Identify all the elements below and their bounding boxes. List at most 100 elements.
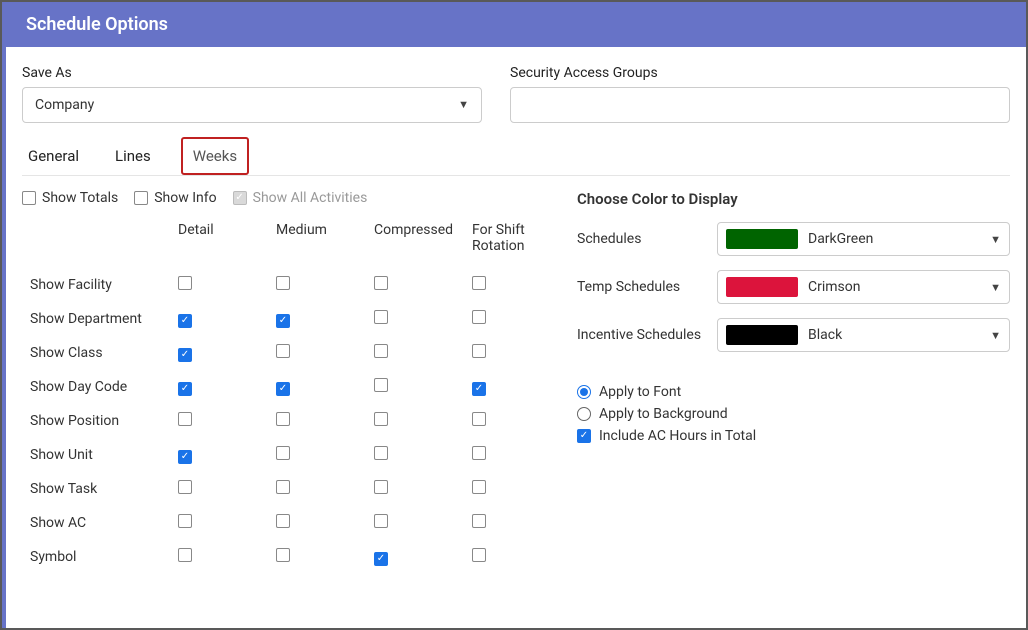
grid-checkbox[interactable] [472, 412, 486, 426]
table-row: Symbol ✓ [22, 540, 554, 574]
grid-checkbox[interactable] [276, 344, 290, 358]
security-groups-label: Security Access Groups [510, 65, 1010, 81]
grid-checkbox[interactable] [472, 514, 486, 528]
row-label: Show Department [22, 302, 170, 336]
color-swatch [726, 277, 798, 297]
grid-checkbox[interactable] [178, 548, 192, 562]
color-row-label: Schedules [577, 231, 717, 247]
color-row-label: Incentive Schedules [577, 327, 717, 343]
grid-checkbox[interactable] [472, 344, 486, 358]
row-label: Show Class [22, 336, 170, 370]
color-select[interactable]: Black ▼ [717, 318, 1010, 352]
color-name: Crimson [808, 279, 980, 295]
grid-checkbox[interactable] [276, 548, 290, 562]
show-info-label: Show Info [154, 190, 216, 206]
chevron-down-icon: ▼ [990, 233, 1001, 246]
grid-checkbox[interactable] [276, 276, 290, 290]
chevron-down-icon: ▼ [990, 281, 1001, 294]
checkbox-icon [134, 191, 148, 205]
apply-to-background-label: Apply to Background [599, 406, 728, 422]
grid-checkbox[interactable] [472, 276, 486, 290]
grid-checkbox[interactable] [178, 276, 192, 290]
grid-checkbox[interactable] [178, 480, 192, 494]
show-totals-label: Show Totals [42, 190, 118, 206]
color-select[interactable]: Crimson ▼ [717, 270, 1010, 304]
save-as-label: Save As [22, 65, 482, 81]
grid-checkbox[interactable] [178, 412, 192, 426]
tab-lines[interactable]: Lines [109, 137, 157, 175]
row-label: Show Unit [22, 438, 170, 472]
col-detail: Detail [170, 216, 268, 268]
show-totals-checkbox[interactable]: Show Totals [22, 190, 118, 206]
grid-checkbox[interactable] [276, 514, 290, 528]
grid-checkbox[interactable] [374, 514, 388, 528]
table-row: Show Day Code ✓ ✓ ✓ [22, 370, 554, 404]
row-label: Show Position [22, 404, 170, 438]
table-row: Show AC [22, 506, 554, 540]
table-row: Show Position [22, 404, 554, 438]
grid-checkbox[interactable]: ✓ [178, 382, 192, 396]
grid-checkbox[interactable] [472, 446, 486, 460]
include-ac-hours-checkbox[interactable]: ✓ Include AC Hours in Total [577, 428, 1010, 444]
grid-checkbox[interactable] [472, 548, 486, 562]
show-all-activities-label: Show All Activities [253, 190, 368, 206]
grid-checkbox[interactable]: ✓ [178, 450, 192, 464]
checkbox-icon [22, 191, 36, 205]
row-label: Show Facility [22, 268, 170, 302]
col-medium: Medium [268, 216, 366, 268]
grid-checkbox[interactable] [374, 446, 388, 460]
grid-checkbox[interactable] [276, 446, 290, 460]
include-ac-hours-label: Include AC Hours in Total [599, 428, 756, 444]
radio-icon [577, 407, 591, 421]
table-row: Show Unit ✓ [22, 438, 554, 472]
tab-weeks[interactable]: Weeks [181, 137, 249, 175]
grid-checkbox[interactable] [374, 480, 388, 494]
apply-to-background-radio[interactable]: Apply to Background [577, 406, 1010, 422]
grid-checkbox[interactable] [374, 344, 388, 358]
grid-checkbox[interactable] [374, 276, 388, 290]
checkbox-icon: ✓ [577, 429, 591, 443]
show-info-checkbox[interactable]: Show Info [134, 190, 216, 206]
grid-checkbox[interactable]: ✓ [472, 382, 486, 396]
apply-to-font-label: Apply to Font [599, 384, 681, 400]
apply-to-font-radio[interactable]: Apply to Font [577, 384, 1010, 400]
grid-checkbox[interactable] [472, 480, 486, 494]
show-all-activities-checkbox: ✓ Show All Activities [233, 190, 368, 206]
grid-checkbox[interactable] [276, 412, 290, 426]
save-as-value: Company [35, 88, 94, 122]
grid-checkbox[interactable] [472, 310, 486, 324]
row-label: Show AC [22, 506, 170, 540]
security-groups-input[interactable] [510, 87, 1010, 123]
color-swatch [726, 325, 798, 345]
chevron-down-icon: ▼ [458, 88, 469, 122]
grid-checkbox[interactable] [178, 514, 192, 528]
grid-checkbox[interactable]: ✓ [374, 552, 388, 566]
checkbox-icon: ✓ [233, 191, 247, 205]
table-row: Show Task [22, 472, 554, 506]
color-row-label: Temp Schedules [577, 279, 717, 295]
row-label: Show Day Code [22, 370, 170, 404]
color-name: Black [808, 327, 980, 343]
grid-checkbox[interactable]: ✓ [178, 348, 192, 362]
choose-color-title: Choose Color to Display [577, 190, 1010, 208]
grid-checkbox[interactable] [374, 378, 388, 392]
grid-checkbox[interactable]: ✓ [276, 382, 290, 396]
grid-checkbox[interactable] [374, 310, 388, 324]
color-name: DarkGreen [808, 231, 980, 247]
row-label: Show Task [22, 472, 170, 506]
table-row: Show Class ✓ [22, 336, 554, 370]
grid-checkbox[interactable] [374, 412, 388, 426]
save-as-select[interactable]: Company ▼ [22, 87, 482, 123]
color-select[interactable]: DarkGreen ▼ [717, 222, 1010, 256]
grid-checkbox[interactable]: ✓ [178, 314, 192, 328]
grid-checkbox[interactable]: ✓ [276, 314, 290, 328]
tab-general[interactable]: General [22, 137, 85, 175]
table-row: Show Facility [22, 268, 554, 302]
grid-checkbox[interactable] [276, 480, 290, 494]
radio-icon [577, 385, 591, 399]
modal-title: Schedule Options [6, 2, 1026, 47]
color-swatch [726, 229, 798, 249]
row-label: Symbol [22, 540, 170, 574]
col-compressed: Compressed [366, 216, 464, 268]
chevron-down-icon: ▼ [990, 329, 1001, 342]
